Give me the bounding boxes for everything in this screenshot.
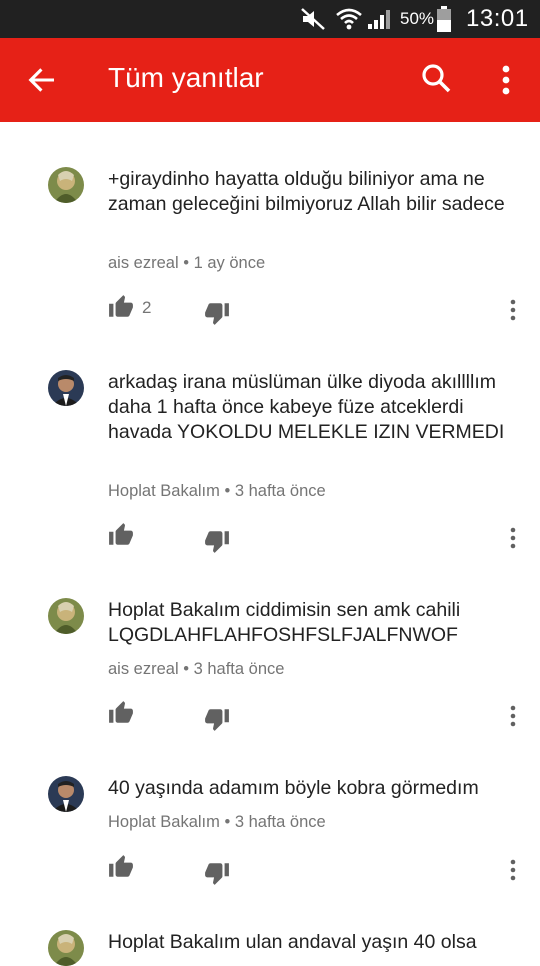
app-bar: Tüm yanıtlar bbox=[0, 38, 540, 122]
author-name[interactable]: Hoplat Bakalım bbox=[108, 482, 220, 500]
like-icon[interactable] bbox=[108, 700, 134, 726]
author-name[interactable]: Hoplat Bakalım bbox=[108, 813, 220, 831]
search-icon[interactable] bbox=[420, 62, 454, 96]
more-vert-icon[interactable] bbox=[494, 62, 518, 98]
comment-text: +giraydinho hayatta olduğu biliniyor ama… bbox=[108, 168, 505, 215]
comment-text: 40 yaşında adamım böyle kobra görmedım bbox=[108, 777, 479, 799]
avatar[interactable] bbox=[48, 776, 84, 812]
dislike-icon[interactable] bbox=[204, 860, 230, 886]
avatar[interactable] bbox=[48, 370, 84, 406]
comment-menu-icon[interactable] bbox=[506, 298, 520, 322]
comment-menu-icon[interactable] bbox=[506, 526, 520, 550]
back-arrow-icon[interactable] bbox=[26, 64, 58, 96]
dislike-icon[interactable] bbox=[204, 706, 230, 732]
author-name[interactable]: ais ezreal bbox=[108, 254, 179, 272]
meta-separator: • bbox=[224, 813, 231, 831]
comment-meta: ais ezreal • 3 hafta önce bbox=[108, 660, 284, 679]
comment-meta: ais ezreal • 1 ay önce bbox=[108, 254, 265, 273]
comment-time: 3 hafta önce bbox=[234, 482, 326, 500]
avatar[interactable] bbox=[48, 930, 84, 966]
like-icon[interactable] bbox=[108, 522, 134, 548]
signal-icon bbox=[366, 0, 394, 38]
dislike-icon[interactable] bbox=[204, 528, 230, 554]
status-bar: 50% 13:01 bbox=[0, 0, 540, 38]
comment-time: 3 hafta önce bbox=[234, 813, 326, 831]
avatar[interactable] bbox=[48, 598, 84, 634]
like-count: 2 bbox=[142, 298, 152, 317]
comment-menu-icon[interactable] bbox=[506, 704, 520, 728]
battery-icon bbox=[436, 0, 458, 38]
comment-menu-icon[interactable] bbox=[506, 858, 520, 882]
meta-separator: • bbox=[183, 660, 189, 678]
comment-time: 1 ay önce bbox=[193, 254, 266, 272]
comment-text: Hoplat Bakalım ulan andaval yaşın 40 ols… bbox=[108, 931, 477, 953]
clock: 13:01 bbox=[466, 5, 529, 32]
meta-separator: • bbox=[224, 482, 231, 500]
battery-percent: 50% bbox=[400, 9, 435, 28]
comment-text: arkadaş irana müslüman ülke diyoda akıll… bbox=[108, 371, 505, 443]
avatar[interactable] bbox=[48, 167, 84, 203]
meta-separator: • bbox=[183, 254, 189, 272]
comment-meta: Hoplat Bakalım • 3 hafta önce bbox=[108, 813, 326, 832]
like-icon[interactable] bbox=[108, 854, 134, 880]
comment-meta: Hoplat Bakalım • 3 hafta önce bbox=[108, 482, 326, 501]
wifi-icon bbox=[335, 0, 365, 38]
comment-time: 3 hafta önce bbox=[193, 660, 285, 678]
page-title: Tüm yanıtlar bbox=[108, 62, 264, 93]
author-name[interactable]: ais ezreal bbox=[108, 660, 179, 678]
dislike-icon[interactable] bbox=[204, 300, 230, 326]
comment-text: Hoplat Bakalım ciddimisin sen amk cahili… bbox=[108, 599, 461, 646]
mute-icon bbox=[300, 0, 330, 38]
like-icon[interactable] bbox=[108, 294, 134, 320]
